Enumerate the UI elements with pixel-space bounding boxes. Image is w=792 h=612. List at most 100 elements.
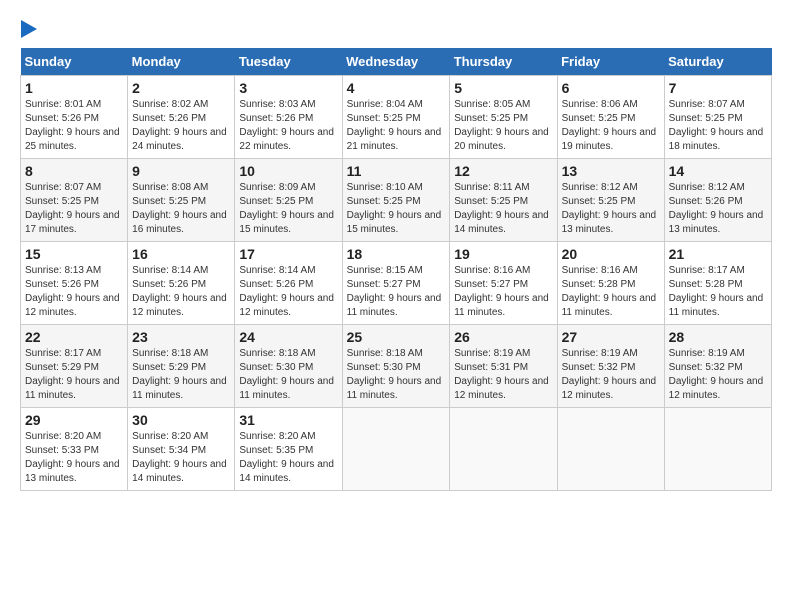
day-header-tuesday: Tuesday xyxy=(235,48,342,76)
day-info: Sunrise: 8:13 AMSunset: 5:26 PMDaylight:… xyxy=(25,265,120,318)
day-info: Sunrise: 8:19 AMSunset: 5:32 PMDaylight:… xyxy=(562,348,657,401)
calendar-cell: 8 Sunrise: 8:07 AMSunset: 5:25 PMDayligh… xyxy=(21,159,128,242)
day-number: 11 xyxy=(347,163,446,179)
calendar-cell: 29 Sunrise: 8:20 AMSunset: 5:33 PMDaylig… xyxy=(21,408,128,491)
day-number: 5 xyxy=(454,80,552,96)
calendar-cell: 1 Sunrise: 8:01 AMSunset: 5:26 PMDayligh… xyxy=(21,76,128,159)
day-info: Sunrise: 8:20 AMSunset: 5:34 PMDaylight:… xyxy=(132,431,227,484)
day-info: Sunrise: 8:08 AMSunset: 5:25 PMDaylight:… xyxy=(132,182,227,235)
calendar-cell: 2 Sunrise: 8:02 AMSunset: 5:26 PMDayligh… xyxy=(128,76,235,159)
day-info: Sunrise: 8:12 AMSunset: 5:26 PMDaylight:… xyxy=(669,182,764,235)
calendar-cell: 24 Sunrise: 8:18 AMSunset: 5:30 PMDaylig… xyxy=(235,325,342,408)
day-number: 6 xyxy=(562,80,660,96)
calendar-cell: 22 Sunrise: 8:17 AMSunset: 5:29 PMDaylig… xyxy=(21,325,128,408)
calendar-cell: 9 Sunrise: 8:08 AMSunset: 5:25 PMDayligh… xyxy=(128,159,235,242)
day-info: Sunrise: 8:17 AMSunset: 5:28 PMDaylight:… xyxy=(669,265,764,318)
calendar-week-1: 1 Sunrise: 8:01 AMSunset: 5:26 PMDayligh… xyxy=(21,76,772,159)
calendar-week-3: 15 Sunrise: 8:13 AMSunset: 5:26 PMDaylig… xyxy=(21,242,772,325)
calendar-cell: 10 Sunrise: 8:09 AMSunset: 5:25 PMDaylig… xyxy=(235,159,342,242)
day-header-saturday: Saturday xyxy=(664,48,771,76)
day-number: 12 xyxy=(454,163,552,179)
day-number: 4 xyxy=(347,80,446,96)
day-info: Sunrise: 8:07 AMSunset: 5:25 PMDaylight:… xyxy=(669,99,764,152)
day-number: 28 xyxy=(669,329,767,345)
day-info: Sunrise: 8:18 AMSunset: 5:30 PMDaylight:… xyxy=(347,348,442,401)
calendar-cell: 3 Sunrise: 8:03 AMSunset: 5:26 PMDayligh… xyxy=(235,76,342,159)
calendar-cell: 6 Sunrise: 8:06 AMSunset: 5:25 PMDayligh… xyxy=(557,76,664,159)
day-info: Sunrise: 8:17 AMSunset: 5:29 PMDaylight:… xyxy=(25,348,120,401)
calendar-cell xyxy=(450,408,557,491)
calendar-cell: 11 Sunrise: 8:10 AMSunset: 5:25 PMDaylig… xyxy=(342,159,450,242)
day-info: Sunrise: 8:04 AMSunset: 5:25 PMDaylight:… xyxy=(347,99,442,152)
day-number: 13 xyxy=(562,163,660,179)
day-number: 30 xyxy=(132,412,230,428)
day-header-wednesday: Wednesday xyxy=(342,48,450,76)
calendar-cell: 13 Sunrise: 8:12 AMSunset: 5:25 PMDaylig… xyxy=(557,159,664,242)
day-info: Sunrise: 8:14 AMSunset: 5:26 PMDaylight:… xyxy=(239,265,334,318)
day-info: Sunrise: 8:03 AMSunset: 5:26 PMDaylight:… xyxy=(239,99,334,152)
days-header-row: SundayMondayTuesdayWednesdayThursdayFrid… xyxy=(21,48,772,76)
calendar-cell: 27 Sunrise: 8:19 AMSunset: 5:32 PMDaylig… xyxy=(557,325,664,408)
day-number: 14 xyxy=(669,163,767,179)
day-info: Sunrise: 8:11 AMSunset: 5:25 PMDaylight:… xyxy=(454,182,549,235)
calendar-table: SundayMondayTuesdayWednesdayThursdayFrid… xyxy=(20,48,772,491)
day-number: 1 xyxy=(25,80,123,96)
day-header-monday: Monday xyxy=(128,48,235,76)
day-number: 29 xyxy=(25,412,123,428)
day-info: Sunrise: 8:06 AMSunset: 5:25 PMDaylight:… xyxy=(562,99,657,152)
calendar-cell: 18 Sunrise: 8:15 AMSunset: 5:27 PMDaylig… xyxy=(342,242,450,325)
day-info: Sunrise: 8:05 AMSunset: 5:25 PMDaylight:… xyxy=(454,99,549,152)
day-info: Sunrise: 8:12 AMSunset: 5:25 PMDaylight:… xyxy=(562,182,657,235)
day-header-friday: Friday xyxy=(557,48,664,76)
day-info: Sunrise: 8:09 AMSunset: 5:25 PMDaylight:… xyxy=(239,182,334,235)
day-number: 25 xyxy=(347,329,446,345)
calendar-cell xyxy=(342,408,450,491)
calendar-cell xyxy=(557,408,664,491)
calendar-cell: 23 Sunrise: 8:18 AMSunset: 5:29 PMDaylig… xyxy=(128,325,235,408)
day-number: 27 xyxy=(562,329,660,345)
calendar-week-5: 29 Sunrise: 8:20 AMSunset: 5:33 PMDaylig… xyxy=(21,408,772,491)
calendar-cell: 5 Sunrise: 8:05 AMSunset: 5:25 PMDayligh… xyxy=(450,76,557,159)
calendar-cell: 31 Sunrise: 8:20 AMSunset: 5:35 PMDaylig… xyxy=(235,408,342,491)
day-number: 16 xyxy=(132,246,230,262)
day-info: Sunrise: 8:16 AMSunset: 5:27 PMDaylight:… xyxy=(454,265,549,318)
day-info: Sunrise: 8:14 AMSunset: 5:26 PMDaylight:… xyxy=(132,265,227,318)
day-info: Sunrise: 8:10 AMSunset: 5:25 PMDaylight:… xyxy=(347,182,442,235)
day-info: Sunrise: 8:19 AMSunset: 5:31 PMDaylight:… xyxy=(454,348,549,401)
day-number: 21 xyxy=(669,246,767,262)
day-info: Sunrise: 8:01 AMSunset: 5:26 PMDaylight:… xyxy=(25,99,120,152)
day-number: 2 xyxy=(132,80,230,96)
day-info: Sunrise: 8:15 AMSunset: 5:27 PMDaylight:… xyxy=(347,265,442,318)
calendar-cell: 16 Sunrise: 8:14 AMSunset: 5:26 PMDaylig… xyxy=(128,242,235,325)
day-number: 26 xyxy=(454,329,552,345)
day-info: Sunrise: 8:20 AMSunset: 5:35 PMDaylight:… xyxy=(239,431,334,484)
day-number: 3 xyxy=(239,80,337,96)
day-number: 24 xyxy=(239,329,337,345)
day-info: Sunrise: 8:19 AMSunset: 5:32 PMDaylight:… xyxy=(669,348,764,401)
calendar-cell: 26 Sunrise: 8:19 AMSunset: 5:31 PMDaylig… xyxy=(450,325,557,408)
calendar-cell: 25 Sunrise: 8:18 AMSunset: 5:30 PMDaylig… xyxy=(342,325,450,408)
day-info: Sunrise: 8:07 AMSunset: 5:25 PMDaylight:… xyxy=(25,182,120,235)
day-number: 15 xyxy=(25,246,123,262)
calendar-week-4: 22 Sunrise: 8:17 AMSunset: 5:29 PMDaylig… xyxy=(21,325,772,408)
day-number: 31 xyxy=(239,412,337,428)
day-info: Sunrise: 8:18 AMSunset: 5:30 PMDaylight:… xyxy=(239,348,334,401)
calendar-cell: 20 Sunrise: 8:16 AMSunset: 5:28 PMDaylig… xyxy=(557,242,664,325)
calendar-cell: 19 Sunrise: 8:16 AMSunset: 5:27 PMDaylig… xyxy=(450,242,557,325)
day-number: 23 xyxy=(132,329,230,345)
day-header-sunday: Sunday xyxy=(21,48,128,76)
calendar-cell: 30 Sunrise: 8:20 AMSunset: 5:34 PMDaylig… xyxy=(128,408,235,491)
calendar-cell: 14 Sunrise: 8:12 AMSunset: 5:26 PMDaylig… xyxy=(664,159,771,242)
logo xyxy=(20,20,38,38)
calendar-cell: 15 Sunrise: 8:13 AMSunset: 5:26 PMDaylig… xyxy=(21,242,128,325)
day-number: 18 xyxy=(347,246,446,262)
day-number: 9 xyxy=(132,163,230,179)
day-info: Sunrise: 8:18 AMSunset: 5:29 PMDaylight:… xyxy=(132,348,227,401)
calendar-week-2: 8 Sunrise: 8:07 AMSunset: 5:25 PMDayligh… xyxy=(21,159,772,242)
day-number: 7 xyxy=(669,80,767,96)
day-header-thursday: Thursday xyxy=(450,48,557,76)
day-number: 10 xyxy=(239,163,337,179)
day-number: 22 xyxy=(25,329,123,345)
calendar-cell: 21 Sunrise: 8:17 AMSunset: 5:28 PMDaylig… xyxy=(664,242,771,325)
calendar-cell xyxy=(664,408,771,491)
